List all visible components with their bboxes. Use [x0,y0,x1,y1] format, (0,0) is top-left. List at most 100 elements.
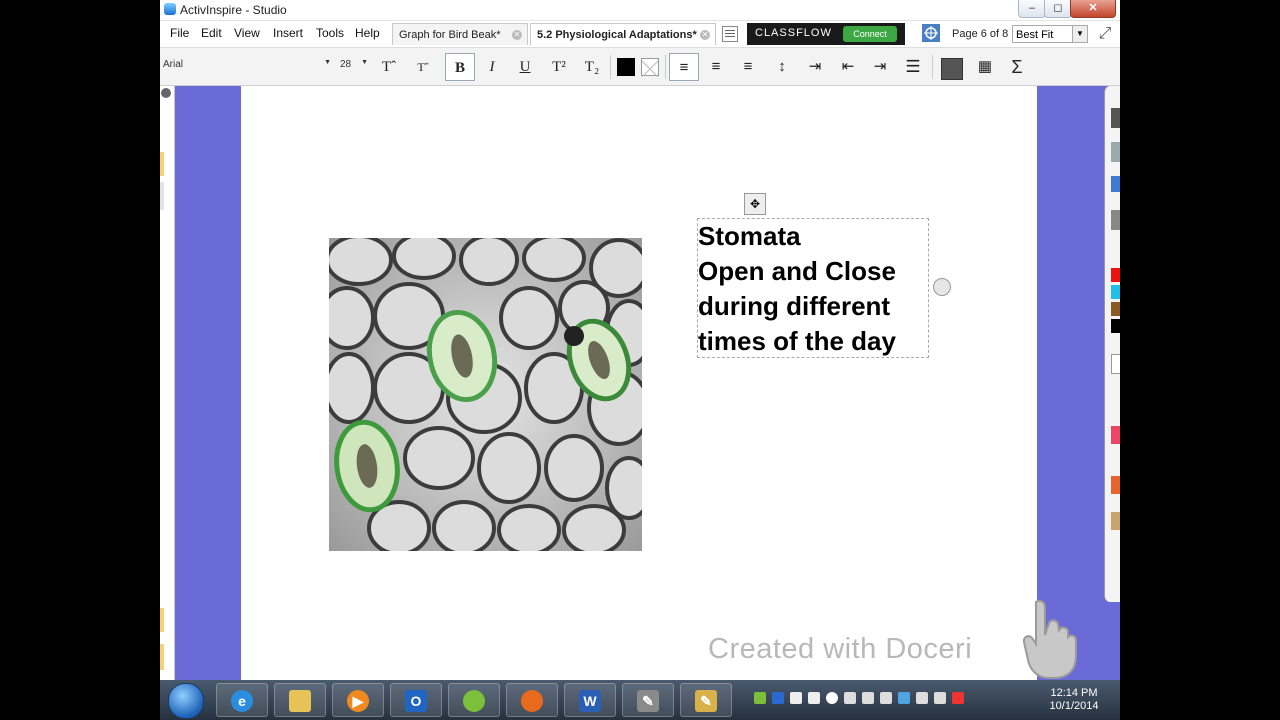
bullets-button[interactable]: ☰ [898,53,928,81]
main-toolbox-panel[interactable] [1104,86,1120,602]
taskbar-media-player[interactable]: ▶ [332,683,384,717]
window-title: ActivInspire - Studio [180,3,287,17]
left-browser-panel[interactable] [160,86,175,680]
taskbar-outlook[interactable]: O [390,683,442,717]
tool-icon[interactable] [1111,108,1120,128]
zoom-select[interactable]: Best Fit ▼ [1012,25,1088,43]
menu-file[interactable]: File [170,26,189,40]
align-left-button[interactable]: ≡ [669,53,699,81]
firefox-icon [521,690,543,712]
font-size-select[interactable]: 28 ▼ [340,59,368,75]
decrease-font-button[interactable]: Tˇ [408,53,438,81]
tool-icon[interactable] [1111,176,1120,192]
line-spacing-button[interactable]: ↕ [767,53,797,81]
chevron-down-icon[interactable]: ▼ [1072,26,1087,42]
internet-explorer-icon: e [231,690,253,712]
tab-graph-for-bird-beak[interactable]: Graph for Bird Beak* ✕ [392,23,528,45]
volume-muted-icon[interactable] [952,692,964,704]
paragraph-spacing-button[interactable]: ⇥ [800,53,830,81]
highlight-color-button[interactable] [636,53,666,81]
slide-text-box[interactable]: Stomata Open and Close during different … [697,218,929,358]
activinspire-icon [463,690,485,712]
stomata-micrograph[interactable] [329,238,642,551]
panel-tab[interactable] [160,644,164,670]
zoom-value: Best Fit [1016,29,1054,41]
clock-time: 12:14 PM [1050,687,1098,699]
align-right-button[interactable]: ≡ [733,53,763,81]
start-button[interactable] [168,683,204,719]
tool-icon[interactable] [1111,142,1120,162]
taskbar-file-explorer[interactable] [274,683,326,717]
subscript-button[interactable]: T₂ [577,53,607,81]
tray-icon[interactable] [790,692,802,704]
tool-icon[interactable] [1111,210,1120,230]
resize-handle[interactable] [933,278,951,296]
red-swatch[interactable] [1111,268,1120,282]
panel-tab[interactable] [160,182,164,210]
toolbar-divider [665,55,666,79]
taskbar-notes[interactable]: ✎ [680,683,732,717]
italic-button[interactable]: I [477,53,507,81]
line-spacing-icon: ↕ [778,58,786,75]
outlook-icon: O [405,690,427,712]
tray-icon[interactable] [862,692,874,704]
tray-icon[interactable] [808,692,820,704]
close-button[interactable]: ✕ [1070,0,1116,18]
align-center-button[interactable]: ≡ [701,53,731,81]
word-icon: W [579,690,601,712]
cyan-swatch[interactable] [1111,285,1120,299]
tool-icon[interactable] [1111,512,1120,530]
tray-icon[interactable] [898,692,910,704]
spacing-icon: ⇥ [808,58,822,75]
bluetooth-icon[interactable] [772,692,784,704]
taskbar-word[interactable]: W [564,683,616,717]
tray-icon[interactable] [754,692,766,704]
panel-pin-icon[interactable] [161,88,171,98]
outdent-button[interactable]: ⇤ [833,53,863,81]
close-tab-icon[interactable]: ✕ [700,30,710,40]
black-swatch[interactable] [1111,319,1120,333]
menu-view[interactable]: View [234,26,260,40]
classflow-connect-button[interactable]: Connect [843,26,897,42]
brown-swatch[interactable] [1111,302,1120,316]
increase-font-button[interactable]: Tˆ [374,53,404,81]
insert-table-button[interactable] [936,53,966,81]
system-tray [750,688,1030,712]
taskbar-firefox[interactable] [506,683,558,717]
close-tab-icon[interactable]: ✕ [512,30,522,40]
menu-insert[interactable]: Insert [273,26,303,40]
equation-button[interactable]: Σ [1002,53,1032,81]
minimize-button[interactable]: – [1018,0,1046,18]
panel-tab[interactable] [160,152,164,176]
taskbar-activinspire[interactable] [448,683,500,717]
tray-icon[interactable] [844,692,856,704]
move-handle-icon[interactable]: ✥ [744,193,766,215]
maximize-button[interactable]: ◻ [1044,0,1072,18]
indent-button[interactable]: ⇥ [865,53,895,81]
select-all-button[interactable]: ▦ [970,53,1000,81]
network-icon[interactable] [934,692,946,704]
taskbar-clock[interactable]: 12:14 PM 10/1/2014 [1044,687,1104,713]
menu-edit[interactable]: Edit [201,26,222,40]
expand-icon[interactable]: ⤢ [1096,25,1114,43]
tray-icon[interactable] [826,692,838,704]
font-family-select[interactable]: Arial ▼ [163,59,333,75]
menu-tools[interactable]: Tools [316,26,344,40]
page-navigator-icon[interactable] [922,24,940,47]
tool-icon[interactable] [1111,354,1120,374]
sigma-icon: Σ [1011,57,1023,77]
tool-icon[interactable] [1111,426,1120,444]
bold-button[interactable]: B [445,53,475,81]
superscript-button[interactable]: T² [544,53,574,81]
underline-button[interactable]: U [510,53,540,81]
tray-icon[interactable] [916,692,928,704]
tool-icon[interactable] [1111,476,1120,494]
page-browser-icon[interactable] [722,26,738,42]
panel-tab[interactable] [160,608,164,632]
menu-help[interactable]: Help [355,26,380,40]
taskbar-pen-tool[interactable]: ✎ [622,683,674,717]
tab-physiological-adaptations[interactable]: 5.2 Physiological Adaptations* ✕ [530,23,716,45]
flag-icon[interactable] [880,692,892,704]
taskbar-internet-explorer[interactable]: e [216,683,268,717]
text-line-open-close: Open and Close [698,256,896,286]
